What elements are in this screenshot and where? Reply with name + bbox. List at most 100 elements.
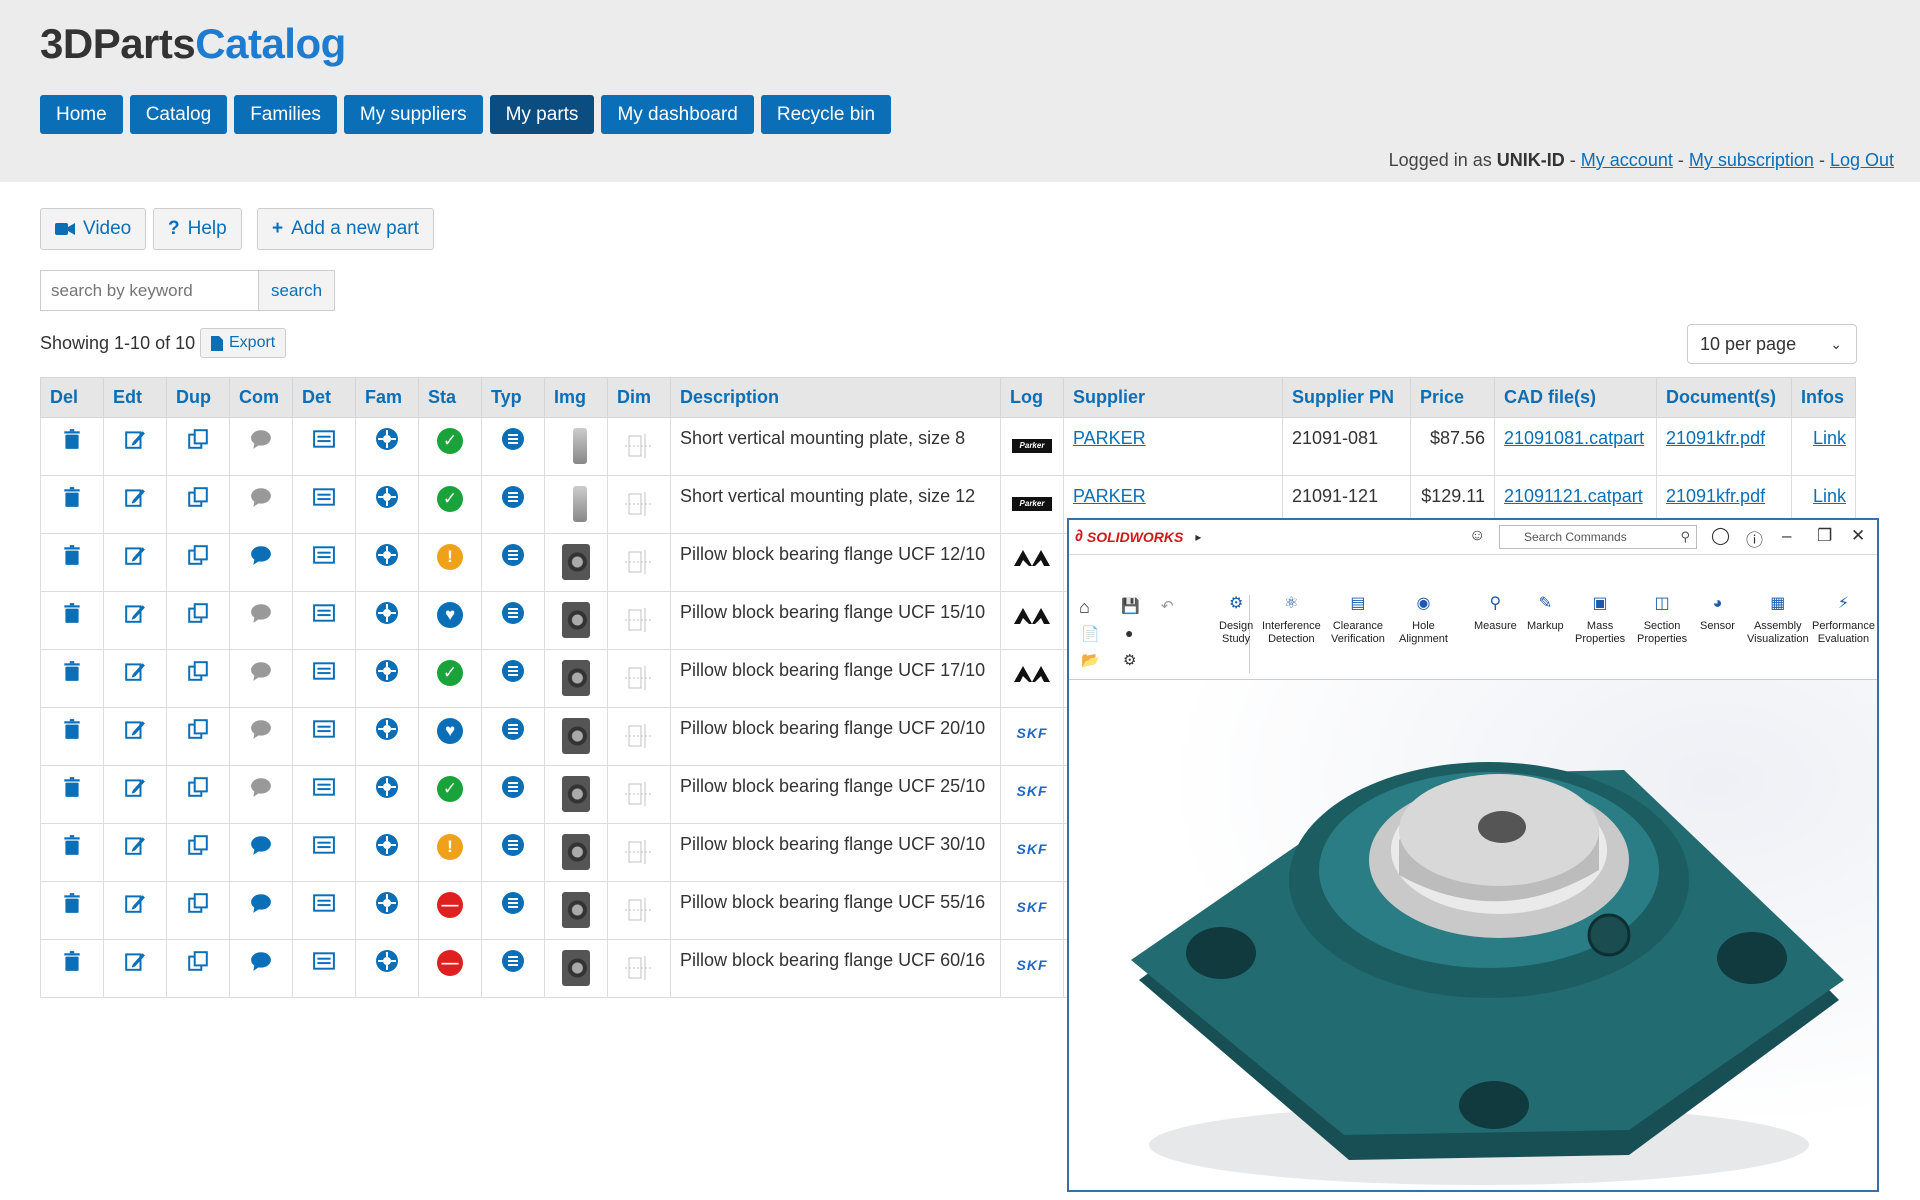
cad-file-link[interactable]: 21091081.catpart xyxy=(1504,428,1644,448)
col-header-edt[interactable]: Edt xyxy=(103,377,167,418)
type-icon[interactable] xyxy=(502,544,524,570)
tool-design-study[interactable]: ⚙ Design Study xyxy=(1219,596,1253,646)
col-header-det[interactable]: Det xyxy=(292,377,356,418)
trash-icon[interactable] xyxy=(61,603,83,628)
family-icon[interactable] xyxy=(376,660,398,686)
document-link[interactable]: 21091kfr.pdf xyxy=(1666,486,1765,506)
comment-icon[interactable] xyxy=(250,720,272,744)
cad-file-link[interactable]: 21091121.catpart xyxy=(1504,486,1643,506)
type-icon[interactable] xyxy=(502,892,524,918)
family-icon[interactable] xyxy=(376,486,398,512)
col-header-supplier[interactable]: Supplier xyxy=(1063,377,1283,418)
comment-icon[interactable] xyxy=(250,952,272,976)
tool-measure[interactable]: ⚲ Measure xyxy=(1474,596,1517,633)
status-ok-icon[interactable]: ✓ xyxy=(437,776,463,802)
type-icon[interactable] xyxy=(502,602,524,628)
tool-hole-alignment[interactable]: ◉ Hole Alignment xyxy=(1399,596,1448,646)
duplicate-icon[interactable] xyxy=(187,545,209,570)
type-icon[interactable] xyxy=(502,486,524,512)
logout-link[interactable]: Log Out xyxy=(1830,150,1894,170)
edit-icon[interactable] xyxy=(124,431,146,454)
edit-icon[interactable] xyxy=(124,663,146,686)
bearing-thumbnail-icon[interactable] xyxy=(562,950,590,990)
details-icon[interactable] xyxy=(313,720,335,744)
trash-icon[interactable] xyxy=(61,835,83,860)
dimension-drawing-icon[interactable] xyxy=(623,550,655,584)
details-icon[interactable] xyxy=(313,894,335,918)
save-icon[interactable]: 💾 xyxy=(1121,597,1140,615)
edit-icon[interactable] xyxy=(124,721,146,744)
minimize-icon[interactable]: – xyxy=(1782,526,1791,546)
smiley-icon[interactable]: ☺ xyxy=(1469,527,1485,545)
status-warning-icon[interactable]: ! xyxy=(437,834,463,860)
duplicate-icon[interactable] xyxy=(187,603,209,628)
export-button[interactable]: Export xyxy=(200,328,287,358)
col-header-fam[interactable]: Fam xyxy=(355,377,419,418)
edit-icon[interactable] xyxy=(124,605,146,628)
col-header-description[interactable]: Description xyxy=(670,377,1001,418)
nav-recycle-bin[interactable]: Recycle bin xyxy=(760,95,892,134)
type-icon[interactable] xyxy=(502,660,524,686)
col-header-del[interactable]: Del xyxy=(40,377,104,418)
bearing-thumbnail-icon[interactable] xyxy=(562,602,590,642)
family-icon[interactable] xyxy=(376,834,398,860)
undo-icon[interactable]: ↶ xyxy=(1161,597,1174,615)
nav-home[interactable]: Home xyxy=(40,95,123,134)
col-header-img[interactable]: Img xyxy=(544,377,608,418)
per-page-select[interactable]: 10 per page ⌄ xyxy=(1687,324,1857,364)
family-icon[interactable] xyxy=(376,718,398,744)
duplicate-icon[interactable] xyxy=(187,835,209,860)
trash-icon[interactable] xyxy=(61,429,83,454)
nav-my-dashboard[interactable]: My dashboard xyxy=(601,95,754,134)
comment-icon[interactable] xyxy=(250,836,272,860)
supplier-link[interactable]: PARKER xyxy=(1073,486,1146,506)
my-subscription-link[interactable]: My subscription xyxy=(1689,150,1814,170)
dimension-drawing-icon[interactable] xyxy=(623,608,655,642)
details-icon[interactable] xyxy=(313,662,335,686)
family-icon[interactable] xyxy=(376,776,398,802)
details-icon[interactable] xyxy=(313,488,335,512)
tool-mass-properties[interactable]: ▣ Mass Properties xyxy=(1575,596,1625,646)
trash-icon[interactable] xyxy=(61,893,83,918)
details-icon[interactable] xyxy=(313,604,335,628)
col-header-dup[interactable]: Dup xyxy=(166,377,230,418)
status-warning-icon[interactable]: ! xyxy=(437,544,463,570)
tool-clearance-verification[interactable]: ▤ Clearance Verification xyxy=(1331,596,1385,646)
site-logo[interactable]: 3DPartsCatalog xyxy=(40,20,346,68)
comment-icon[interactable] xyxy=(250,488,272,512)
search-input[interactable] xyxy=(40,270,259,311)
open-file-icon[interactable]: 📂 xyxy=(1081,651,1100,669)
close-icon[interactable]: ✕ xyxy=(1851,526,1865,546)
type-icon[interactable] xyxy=(502,428,524,454)
new-document-icon[interactable]: 📄 xyxy=(1081,625,1100,643)
dimension-drawing-icon[interactable] xyxy=(623,666,655,700)
nav-catalog[interactable]: Catalog xyxy=(129,95,228,134)
trash-icon[interactable] xyxy=(61,661,83,686)
nav-my-suppliers[interactable]: My suppliers xyxy=(343,95,483,134)
plate-thumbnail-icon[interactable] xyxy=(566,486,587,526)
edit-icon[interactable] xyxy=(124,953,146,976)
details-icon[interactable] xyxy=(313,546,335,570)
my-account-link[interactable]: My account xyxy=(1581,150,1673,170)
traffic-light-icon[interactable]: ● xyxy=(1125,625,1133,641)
help-button[interactable]: ? Help xyxy=(153,208,242,250)
info-link[interactable]: Link xyxy=(1813,428,1846,448)
dimension-drawing-icon[interactable] xyxy=(623,840,655,874)
col-header-infos[interactable]: Infos xyxy=(1791,377,1856,418)
video-button[interactable]: Video xyxy=(40,208,147,250)
add-part-button[interactable]: + Add a new part xyxy=(257,208,434,250)
comment-icon[interactable] xyxy=(250,430,272,454)
details-icon[interactable] xyxy=(313,836,335,860)
col-header-com[interactable]: Com xyxy=(229,377,293,418)
col-header-supplier-pn[interactable]: Supplier PN xyxy=(1282,377,1411,418)
bearing-thumbnail-icon[interactable] xyxy=(562,776,590,816)
model-viewport[interactable] xyxy=(1069,680,1877,1190)
plate-thumbnail-icon[interactable] xyxy=(566,428,587,468)
status-ok-icon[interactable]: ✓ xyxy=(437,486,463,512)
comment-icon[interactable] xyxy=(250,604,272,628)
tool-assembly-visualization[interactable]: ▦ Assembly Visualization xyxy=(1747,596,1809,646)
status-heart-icon[interactable]: ♥ xyxy=(437,602,463,628)
tool-section-properties[interactable]: ◫ Section Properties xyxy=(1637,596,1687,646)
search-button[interactable]: search xyxy=(259,270,336,311)
restore-icon[interactable]: ❐ xyxy=(1817,526,1832,546)
